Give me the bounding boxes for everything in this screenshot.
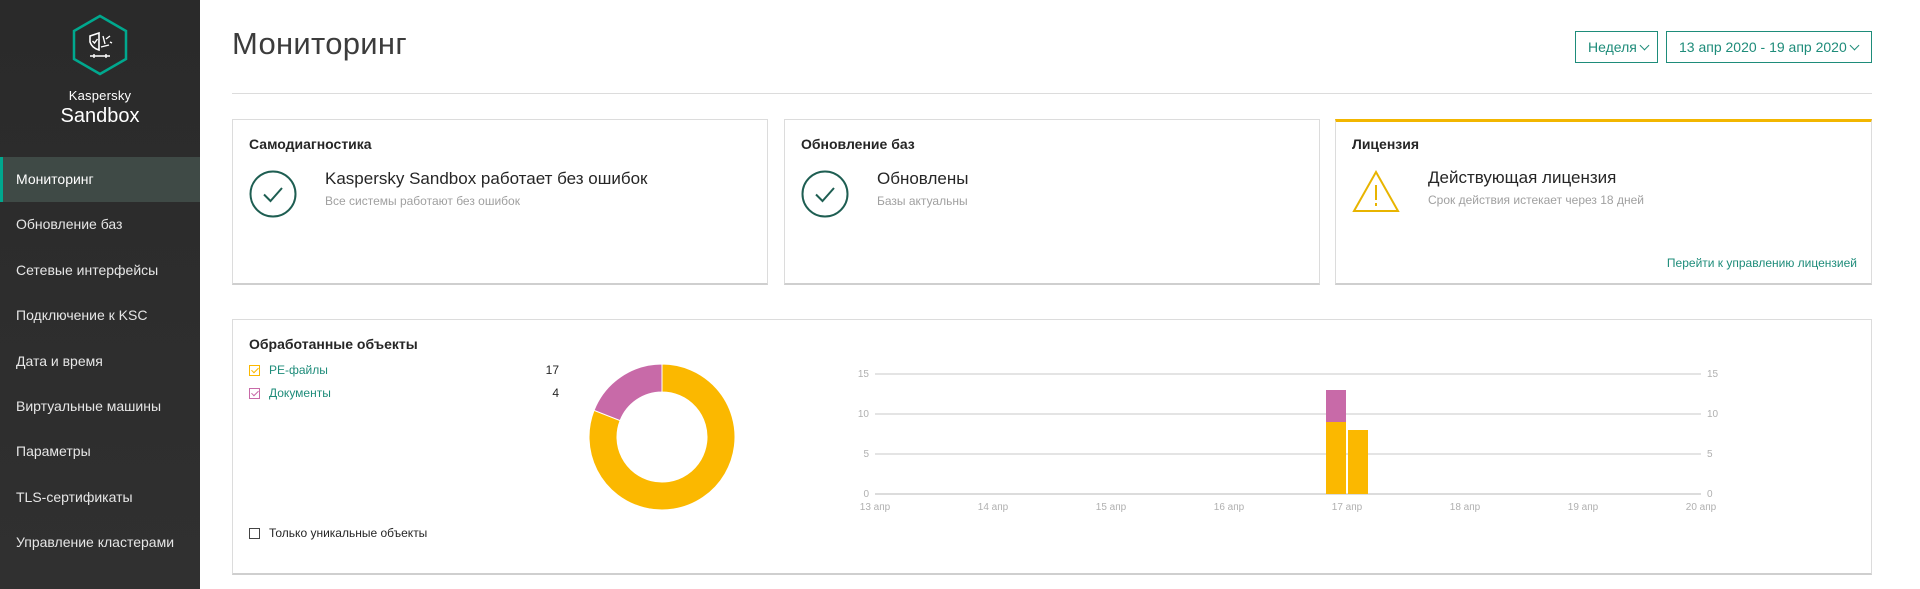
sidebar: Kaspersky Sandbox Мониторинг Обновление … bbox=[0, 0, 200, 589]
donut-chart bbox=[588, 363, 736, 511]
diagnostics-detail: Все системы работают без ошибок bbox=[325, 194, 520, 208]
legend-label-docs[interactable]: Документы bbox=[269, 386, 331, 400]
chevron-down-icon bbox=[1639, 40, 1650, 51]
db-update-title: Обновление баз bbox=[801, 136, 915, 152]
diagnostics-status: Kaspersky Sandbox работает без ошибок bbox=[325, 169, 648, 188]
bar-pe-1 bbox=[1348, 430, 1368, 494]
sidebar-item-parameters[interactable]: Параметры bbox=[0, 429, 200, 474]
legend-item-docs[interactable]: Документы 4 bbox=[249, 386, 569, 402]
main-content: Мониторинг Неделя 13 апр 2020 - 19 апр 2… bbox=[200, 0, 1920, 589]
unique-objects-toggle[interactable]: Только уникальные объекты bbox=[249, 526, 449, 542]
x-tick-label: 18 апр bbox=[1450, 502, 1481, 513]
sidebar-item-virtual-machines[interactable]: Виртуальные машины bbox=[0, 384, 200, 429]
processed-objects-panel: Обработанные объекты PE-файлы 17 Докумен… bbox=[232, 319, 1872, 575]
date-range-label: 13 апр 2020 - 19 апр 2020 bbox=[1679, 39, 1847, 55]
legend-value-pe: 17 bbox=[545, 363, 559, 377]
sidebar-item-network-interfaces[interactable]: Сетевые интерфейсы bbox=[0, 248, 200, 293]
docs-checkbox[interactable] bbox=[249, 388, 260, 399]
check-circle-icon bbox=[801, 170, 849, 218]
y-tick-label-right: 15 bbox=[1707, 369, 1719, 380]
license-status: Действующая лицензия bbox=[1428, 168, 1617, 187]
chevron-down-icon bbox=[1849, 40, 1860, 51]
y-tick-label-left: 15 bbox=[858, 369, 870, 380]
sidebar-item-ksc-connection[interactable]: Подключение к KSC bbox=[0, 293, 200, 338]
license-card: Лицензия Действующая лицензия Срок дейст… bbox=[1335, 119, 1872, 285]
logo: Kaspersky Sandbox bbox=[0, 14, 200, 128]
db-update-detail: Базы актуальны bbox=[877, 194, 968, 208]
x-tick-label: 20 апр bbox=[1686, 502, 1717, 513]
brand-name-small: Kaspersky bbox=[68, 88, 132, 103]
unique-objects-checkbox[interactable] bbox=[249, 528, 260, 539]
y-tick-label-left: 10 bbox=[858, 409, 870, 420]
bar-chart: 0 0 5 5 10 10 15 15 13 апр 14 апр 15 апр 16 апр 17 а… bbox=[858, 369, 1719, 513]
legend-label-pe[interactable]: PE-файлы bbox=[269, 363, 328, 377]
x-tick-label: 14 апр bbox=[978, 502, 1009, 513]
y-tick-label-left: 5 bbox=[863, 449, 869, 460]
bar-pe-0 bbox=[1326, 422, 1346, 494]
sidebar-item-cluster-management[interactable]: Управление кластерами bbox=[0, 520, 200, 565]
sidebar-item-tls-certificates[interactable]: TLS-сертификаты bbox=[0, 475, 200, 520]
y-tick-label-right: 10 bbox=[1707, 409, 1719, 420]
sidebar-nav: Мониторинг Обновление баз Сетевые интерф… bbox=[0, 157, 200, 566]
db-update-card: Обновление баз Обновлены Базы актуальны bbox=[784, 119, 1320, 285]
bar-docs-0 bbox=[1326, 390, 1346, 422]
db-update-status: Обновлены bbox=[877, 169, 969, 188]
check-circle-icon bbox=[249, 170, 297, 218]
pe-checkbox[interactable] bbox=[249, 365, 260, 376]
x-tick-label: 15 апр bbox=[1096, 502, 1127, 513]
page-title: Мониторинг bbox=[232, 26, 407, 61]
brand-name-big: Sandbox bbox=[60, 105, 140, 127]
y-tick-label-left: 0 bbox=[863, 489, 869, 500]
diagnostics-card: Самодиагностика Kaspersky Sandbox работа… bbox=[232, 119, 768, 285]
sandbox-logo-icon bbox=[72, 14, 128, 76]
donut-slice-1 bbox=[593, 363, 663, 422]
date-range-select[interactable]: 13 апр 2020 - 19 апр 2020 bbox=[1666, 31, 1872, 63]
license-title: Лицензия bbox=[1352, 136, 1420, 152]
license-detail: Срок действия истекает через 18 дней bbox=[1428, 193, 1644, 207]
y-tick-label-right: 0 bbox=[1707, 489, 1713, 500]
license-management-link[interactable]: Перейти к управлению лицензией bbox=[1667, 256, 1857, 270]
sidebar-item-date-time[interactable]: Дата и время bbox=[0, 339, 200, 384]
diagnostics-title: Самодиагностика bbox=[249, 136, 372, 152]
y-tick-label-right: 5 bbox=[1707, 449, 1713, 460]
sidebar-item-db-update[interactable]: Обновление баз bbox=[0, 202, 200, 247]
x-tick-label: 17 апр bbox=[1332, 502, 1363, 513]
sidebar-item-monitoring[interactable]: Мониторинг bbox=[0, 157, 200, 203]
period-select[interactable]: Неделя bbox=[1575, 31, 1658, 63]
unique-objects-label: Только уникальные объекты bbox=[269, 526, 428, 540]
period-select-label: Неделя bbox=[1588, 39, 1637, 55]
legend-value-docs: 4 bbox=[552, 386, 559, 400]
x-tick-label: 16 апр bbox=[1214, 502, 1245, 513]
header-divider bbox=[232, 93, 1872, 94]
x-tick-label: 13 апр bbox=[860, 502, 891, 513]
warning-icon bbox=[1352, 169, 1400, 212]
legend-item-pe[interactable]: PE-файлы 17 bbox=[249, 363, 569, 379]
x-tick-label: 19 апр bbox=[1568, 502, 1599, 513]
processed-objects-title: Обработанные объекты bbox=[249, 336, 418, 352]
